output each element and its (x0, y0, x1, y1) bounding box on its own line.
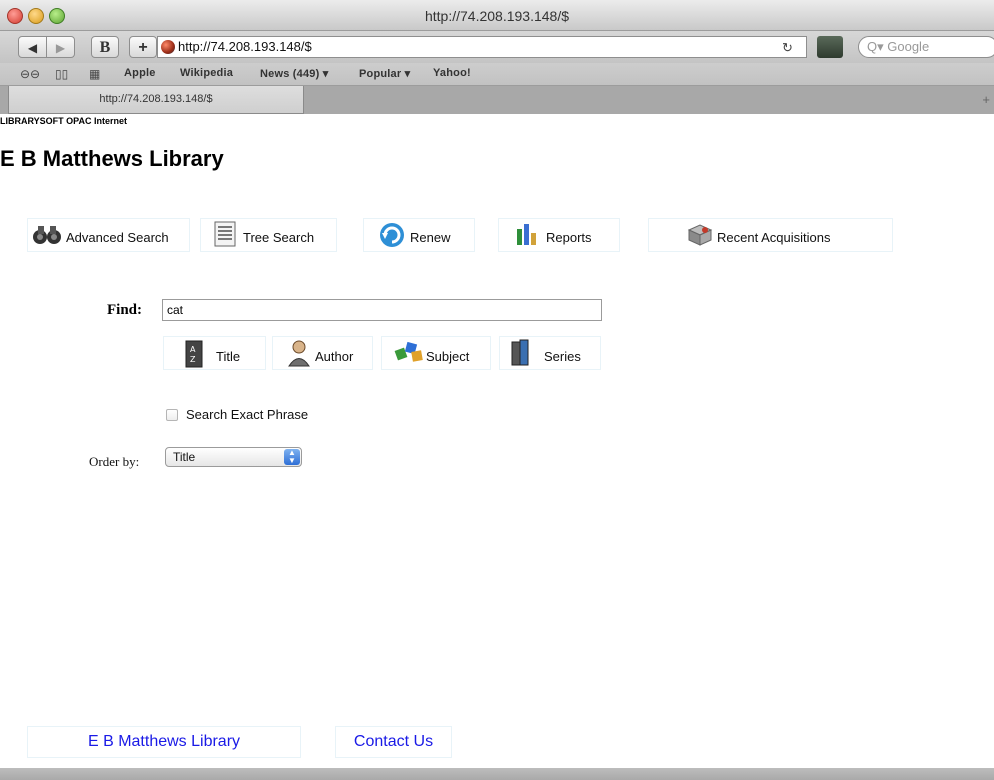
bookmark-popular[interactable]: Popular ▾ (359, 67, 410, 80)
svg-text:A: A (190, 345, 196, 354)
rss-feed-icon[interactable] (817, 36, 843, 58)
binoculars-icon (33, 226, 61, 244)
renew-button[interactable]: Renew (363, 218, 475, 252)
find-label: Find: (107, 302, 143, 318)
opac-header-label: LIBRARYSOFT OPAC Internet (0, 116, 128, 126)
back-button[interactable]: ◀ (18, 36, 47, 58)
tab-current[interactable]: http://74.208.193.148/$ (8, 86, 304, 114)
forward-arrow-icon: ▶ (55, 41, 66, 55)
bookmarks-bar: ⊖⊖ ▯▯ ▦ Apple Wikipedia News (449) ▾ Pop… (0, 63, 994, 86)
order-by-value: Title (173, 450, 196, 464)
window-title: http://74.208.193.148/$ (424, 8, 569, 24)
title-search-button[interactable]: A Z Title (163, 336, 266, 370)
title-bar: http://74.208.193.148/$ (0, 0, 994, 31)
footer-library-link[interactable]: E B Matthews Library (27, 726, 301, 758)
browser-window: http://74.208.193.148/$ ◀ ▶ B + http://7… (0, 0, 994, 780)
exact-phrase-label: Search Exact Phrase (186, 407, 309, 422)
reading-glasses-icon[interactable]: ⊖⊖ (20, 67, 40, 81)
page-title: E B Matthews Library (0, 146, 224, 171)
address-text: http://74.208.193.148/$ (178, 39, 312, 54)
footer-contact-link[interactable]: Contact Us (335, 726, 452, 758)
order-by-label: Order by: (89, 454, 140, 469)
reports-bars-icon (517, 224, 536, 245)
add-bookmark-button[interactable]: + (129, 36, 157, 58)
search-icon: Q▾ (867, 39, 888, 54)
top-sites-grid-icon[interactable]: ▦ (89, 67, 100, 81)
tab-label: http://74.208.193.148/$ (99, 93, 213, 105)
renew-label: Renew (410, 230, 451, 245)
address-bar[interactable]: http://74.208.193.148/$ (157, 36, 807, 58)
author-search-button[interactable]: Author (272, 336, 373, 370)
back-arrow-icon: ◀ (27, 41, 38, 55)
bookmarklet-b-button[interactable]: B (91, 36, 119, 58)
subject-search-label: Subject (426, 349, 470, 364)
new-tab-icon[interactable]: + (982, 92, 990, 107)
series-search-label: Series (544, 349, 581, 364)
renew-arrow-icon (380, 223, 404, 247)
tree-document-icon (214, 221, 236, 247)
series-search-button[interactable]: Series (499, 336, 601, 370)
exact-phrase-option[interactable]: Search Exact Phrase (166, 407, 308, 422)
page-content: LIBRARYSOFT OPAC Internet E B Matthews L… (0, 114, 994, 768)
select-arrows-icon: ▲ ▼ (284, 449, 300, 465)
author-search-label: Author (315, 349, 354, 364)
title-search-label: Title (216, 349, 241, 364)
open-book-icon[interactable]: ▯▯ (55, 67, 68, 81)
exact-phrase-checkbox[interactable] (166, 409, 178, 421)
order-by-select[interactable]: Title ▲ ▼ (165, 447, 302, 467)
advanced-search-label: Advanced Search (66, 230, 169, 245)
search-placeholder: Google (887, 39, 930, 54)
reports-label: Reports (546, 230, 592, 245)
author-person-icon (288, 340, 310, 367)
bookmark-news[interactable]: News (449) ▾ (260, 67, 328, 80)
recent-acquisitions-button[interactable]: Recent Acquisitions (648, 218, 893, 252)
find-input[interactable] (162, 299, 602, 321)
subject-puzzle-icon (394, 341, 423, 362)
site-favicon-icon (161, 40, 175, 54)
tree-search-label: Tree Search (243, 230, 315, 245)
reports-button[interactable]: Reports (498, 218, 620, 252)
bookmark-yahoo[interactable]: Yahoo! (433, 67, 471, 79)
tree-search-button[interactable]: Tree Search (200, 218, 337, 252)
reload-icon[interactable]: ↻ (782, 40, 793, 56)
tab-bar: http://74.208.193.148/$ + (0, 86, 994, 115)
series-books-icon (511, 339, 529, 366)
bookmark-apple[interactable]: Apple (124, 67, 156, 79)
toolbar: ◀ ▶ B + http://74.208.193.148/$ ↻ Q▾ Goo… (0, 31, 994, 63)
box-icon (687, 224, 713, 246)
subject-search-button[interactable]: Subject (381, 336, 491, 370)
title-book-icon: A Z (185, 340, 203, 368)
recent-acquisitions-label: Recent Acquisitions (717, 230, 831, 245)
bookmark-wikipedia[interactable]: Wikipedia (180, 67, 233, 79)
svg-text:Z: Z (190, 355, 196, 364)
status-bar (0, 768, 994, 780)
forward-button[interactable]: ▶ (46, 36, 75, 58)
advanced-search-button[interactable]: Advanced Search (27, 218, 190, 252)
search-field[interactable]: Q▾ Google (858, 36, 994, 58)
